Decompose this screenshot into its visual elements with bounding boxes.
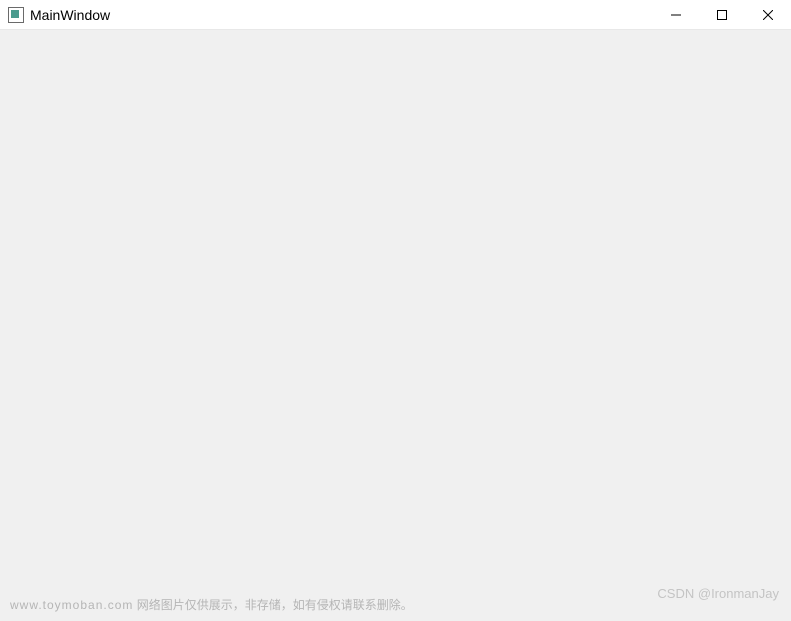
minimize-button[interactable] (653, 0, 699, 30)
maximize-button[interactable] (699, 0, 745, 30)
titlebar: MainWindow (0, 0, 791, 30)
watermark-text: 网络图片仅供展示，非存储，如有侵权请联系删除。 (137, 598, 413, 612)
watermark-right: CSDN @IronmanJay (657, 586, 779, 601)
window-controls (653, 0, 791, 29)
close-button[interactable] (745, 0, 791, 30)
close-icon (763, 10, 773, 20)
client-area: www.toymoban.com 网络图片仅供展示，非存储，如有侵权请联系删除。… (0, 30, 791, 621)
window-title: MainWindow (30, 7, 110, 23)
minimize-icon (671, 10, 681, 20)
titlebar-left: MainWindow (8, 7, 110, 23)
app-icon (8, 7, 24, 23)
maximize-icon (717, 10, 727, 20)
watermark-left: www.toymoban.com 网络图片仅供展示，非存储，如有侵权请联系删除。 (10, 596, 413, 613)
watermark-domain: www.toymoban.com (10, 598, 133, 612)
